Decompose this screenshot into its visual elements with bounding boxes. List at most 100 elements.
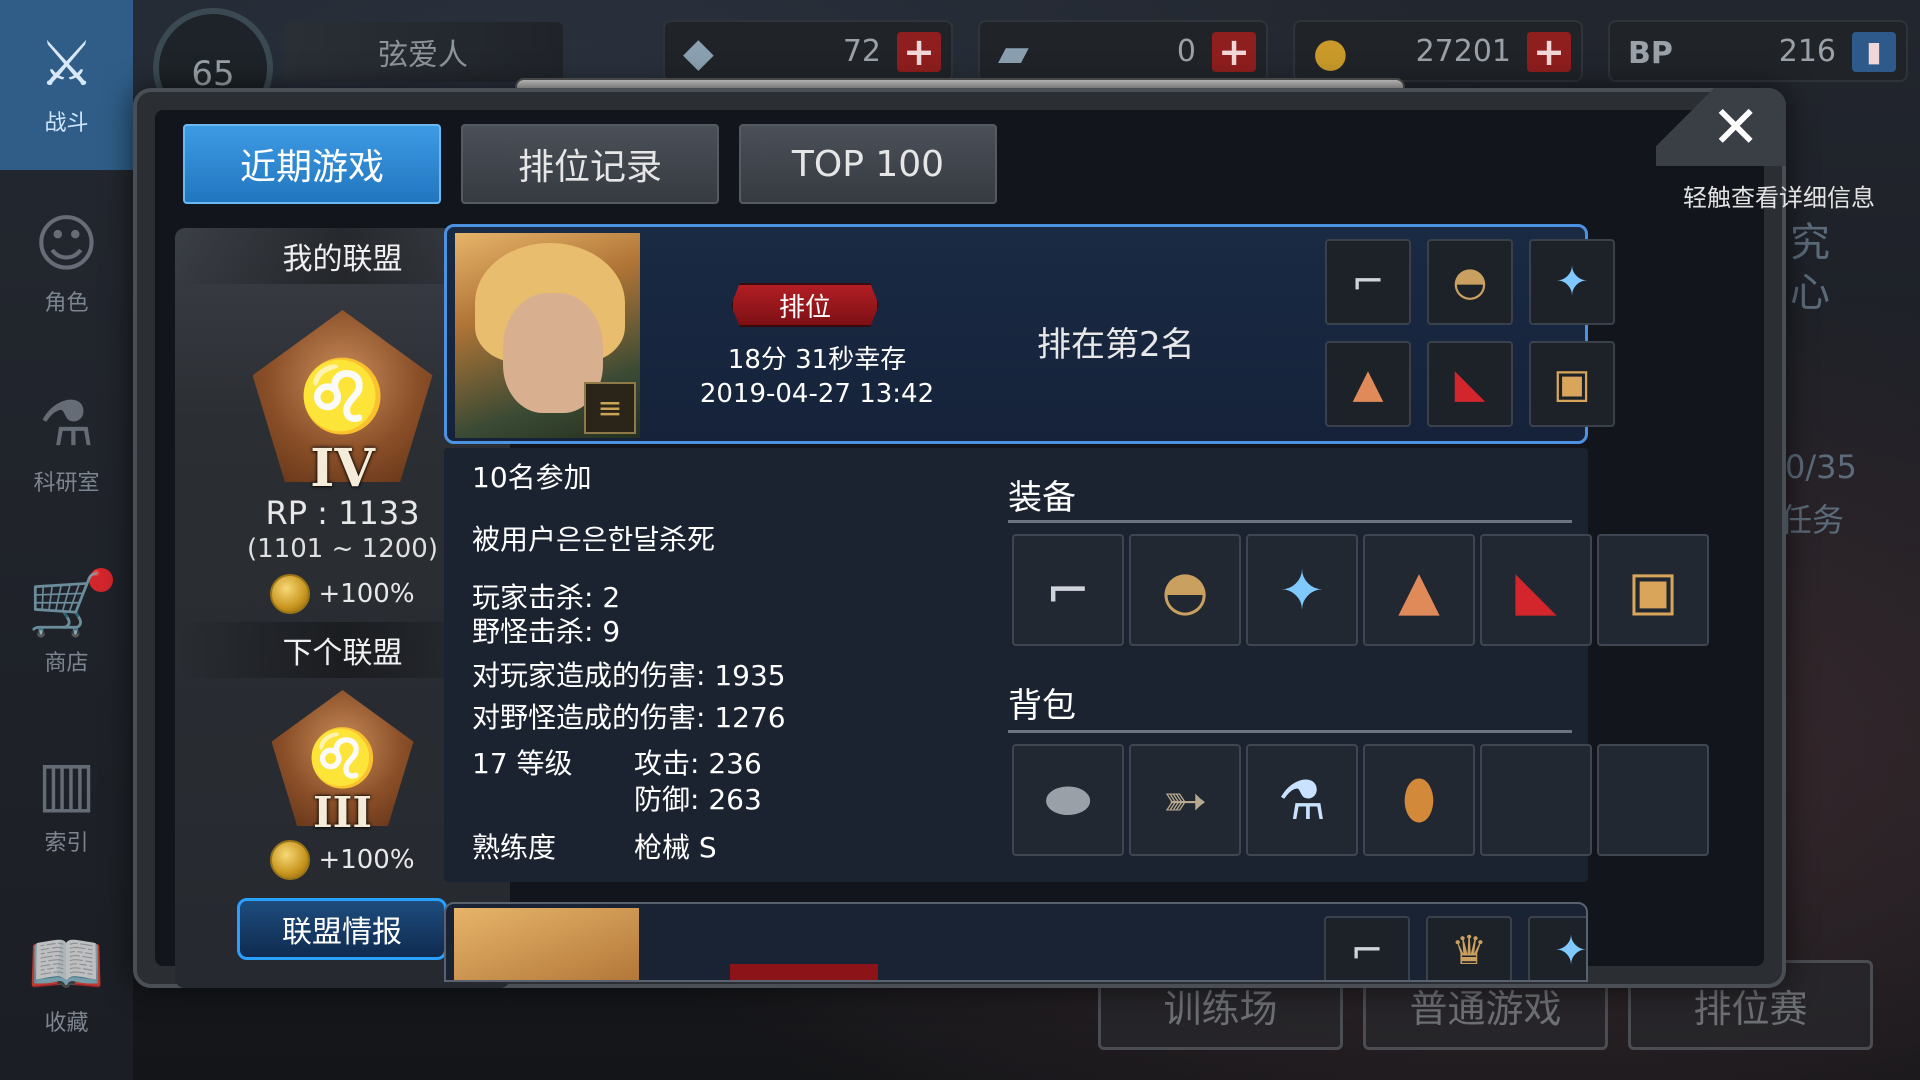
left-nav: ⚔ 战斗 ☺ 角色 ⚗ 科研室 🛒 商店 ▥ 索引 📖 收藏	[0, 0, 133, 1080]
nav-label-shop: 商店	[44, 651, 89, 676]
shoes-icon: ◣	[1427, 341, 1513, 427]
bg-side-text-2: 心	[1790, 270, 1830, 316]
currency-crystal-value: 72	[842, 33, 881, 69]
defense-stat: 防御: 263	[634, 783, 762, 816]
pistol-icon: ⌐	[1325, 239, 1411, 325]
backpack-divider	[1008, 730, 1572, 733]
tab-rank-records-label: 排位记录	[517, 147, 662, 188]
killed-by: 被用户은은한달杀死	[472, 523, 716, 556]
box-icon: ▣	[1529, 341, 1615, 427]
currency-ticket: ▰ 0 +	[978, 20, 1268, 82]
gold-coin-icon: ●	[1313, 30, 1348, 76]
pistol-icon: ⌐	[1324, 916, 1410, 980]
bag-slot-3[interactable]: ⚗	[1246, 744, 1358, 856]
equip-slot-shoes[interactable]: ◣	[1480, 534, 1592, 646]
currency-gold-value: 27201	[1415, 33, 1511, 69]
equip-slot-helmet[interactable]: ◓	[1129, 534, 1241, 646]
bag-slot-6[interactable]	[1597, 744, 1709, 856]
league-info-button[interactable]: 联盟情报	[237, 898, 447, 960]
add-gold-button[interactable]: +	[1527, 32, 1571, 72]
cart-icon: 🛒	[27, 567, 106, 640]
nav-label-character: 角色	[44, 291, 89, 316]
bag-slot-5[interactable]	[1480, 744, 1592, 856]
match-details: 10名参加 被用户은은한달杀死 玩家击杀: 2 野怪击杀: 9 对玩家造成的伤害…	[444, 448, 1709, 882]
quest-count: 0/35	[1785, 448, 1857, 486]
character-icon: ☺	[34, 207, 99, 280]
equip-slot-armor[interactable]: ✦	[1246, 534, 1358, 646]
tab-rank-records[interactable]: 排位记录	[461, 124, 719, 204]
bp-icon: BP	[1628, 36, 1673, 71]
tab-top-100[interactable]: TOP 100	[739, 124, 997, 204]
tap-hint: 轻触查看详细信息	[1683, 184, 1875, 212]
bag-slot-2[interactable]: ➳	[1129, 744, 1241, 856]
monster-damage: 对野怪造成的伤害: 1276	[472, 701, 786, 734]
equip-slot-box[interactable]: ▣	[1597, 534, 1709, 646]
crossed-guns-icon: ⚔	[38, 27, 95, 100]
tab-recent-games-label: 近期游戏	[239, 147, 384, 188]
crystal-icon: ◆	[683, 30, 714, 76]
currency-bp-value: 216	[1778, 33, 1836, 69]
match-card-next[interactable]: ⌐ ♛ ✦	[444, 902, 1588, 982]
close-button[interactable]: ✕	[1656, 88, 1786, 166]
glove-icon: ▲	[1398, 558, 1440, 622]
quest-label[interactable]: 任务	[1780, 495, 1844, 541]
bp-card-button[interactable]: ▮	[1852, 32, 1896, 72]
nav-item-shop[interactable]: 🛒 商店	[0, 540, 133, 710]
add-ticket-button[interactable]: +	[1212, 32, 1256, 72]
participants: 10名参加	[472, 461, 592, 494]
my-league-tier: IV	[310, 438, 375, 499]
armor-icon: ✦	[1529, 239, 1615, 325]
flask-icon: ⚗	[38, 387, 95, 460]
helmet-icon: ◓	[1161, 558, 1209, 622]
books-icon: ▥	[37, 747, 96, 820]
close-icon: ✕	[1711, 93, 1760, 161]
proficiency-label: 熟练度	[472, 831, 557, 864]
nav-item-lab[interactable]: ⚗ 科研室	[0, 360, 133, 530]
next-league-tier: III	[313, 788, 372, 837]
character-portrait: ≡	[455, 233, 640, 438]
nav-label-lab: 科研室	[33, 471, 100, 496]
tab-top-100-label: TOP 100	[791, 143, 945, 185]
equip-slot-glove[interactable]: ▲	[1363, 534, 1475, 646]
nav-item-index[interactable]: ▥ 索引	[0, 720, 133, 890]
flask-icon: ⚗	[1277, 768, 1327, 832]
character-portrait	[454, 908, 639, 980]
nav-item-collection[interactable]: 📖 收藏	[0, 900, 133, 1070]
nav-label-index: 索引	[44, 831, 89, 856]
my-league-bonus-value: +100%	[318, 579, 415, 609]
currency-bp: BP 216 ▮	[1608, 20, 1908, 82]
open-book-icon: 📖	[27, 927, 106, 1000]
coin-icon	[270, 574, 311, 614]
nav-item-character[interactable]: ☺ 角色	[0, 180, 133, 350]
top-bar: 65 弦爱人 ◆ 72 + ▰ 0 + ● 27201 + BP 216 ▮	[133, 0, 1920, 128]
pistol-icon: ⌐	[1045, 558, 1091, 622]
armor-icon: ✦	[1279, 558, 1325, 622]
attack-stat: 攻击: 236	[634, 747, 762, 780]
currency-gold: ● 27201 +	[1293, 20, 1583, 82]
tab-recent-games[interactable]: 近期游戏	[183, 124, 441, 204]
nav-label-collection: 收藏	[44, 1011, 89, 1036]
nav-label-battle: 战斗	[44, 111, 89, 136]
bag-slot-1[interactable]: ⬬	[1012, 744, 1124, 856]
ranked-tag: 排位	[731, 283, 879, 327]
glove-icon: ▲	[1325, 341, 1411, 427]
nav-item-battle[interactable]: ⚔ 战斗	[0, 0, 133, 170]
backpack-label: 背包	[1008, 686, 1076, 726]
proficiency-value: 枪械 S	[634, 831, 717, 864]
equipment-divider	[1008, 520, 1572, 523]
add-crystal-button[interactable]: +	[897, 32, 941, 72]
match-card[interactable]: ≡ 排位 18分 31秒幸存 2019-04-27 13:42 排在第2名 ⌐ …	[444, 224, 1615, 444]
survival-time: 18分 31秒幸存	[727, 345, 907, 375]
crown-icon: ♛	[1426, 916, 1512, 980]
player-name[interactable]: 弦爱人	[283, 22, 563, 82]
bag-slot-4[interactable]: ⬮	[1363, 744, 1475, 856]
ranked-tag	[730, 964, 878, 980]
weapon-type-icon: ≡	[584, 382, 636, 434]
potato-icon: ⬮	[1402, 768, 1436, 831]
fish-icon: ➳	[1162, 768, 1208, 832]
equip-slot-pistol[interactable]: ⌐	[1012, 534, 1124, 646]
next-league-bonus-value: +100%	[318, 845, 415, 875]
shoes-icon: ◣	[1515, 558, 1557, 622]
bullet-icon: ⬬	[1044, 768, 1092, 831]
ticket-icon: ▰	[998, 30, 1029, 76]
